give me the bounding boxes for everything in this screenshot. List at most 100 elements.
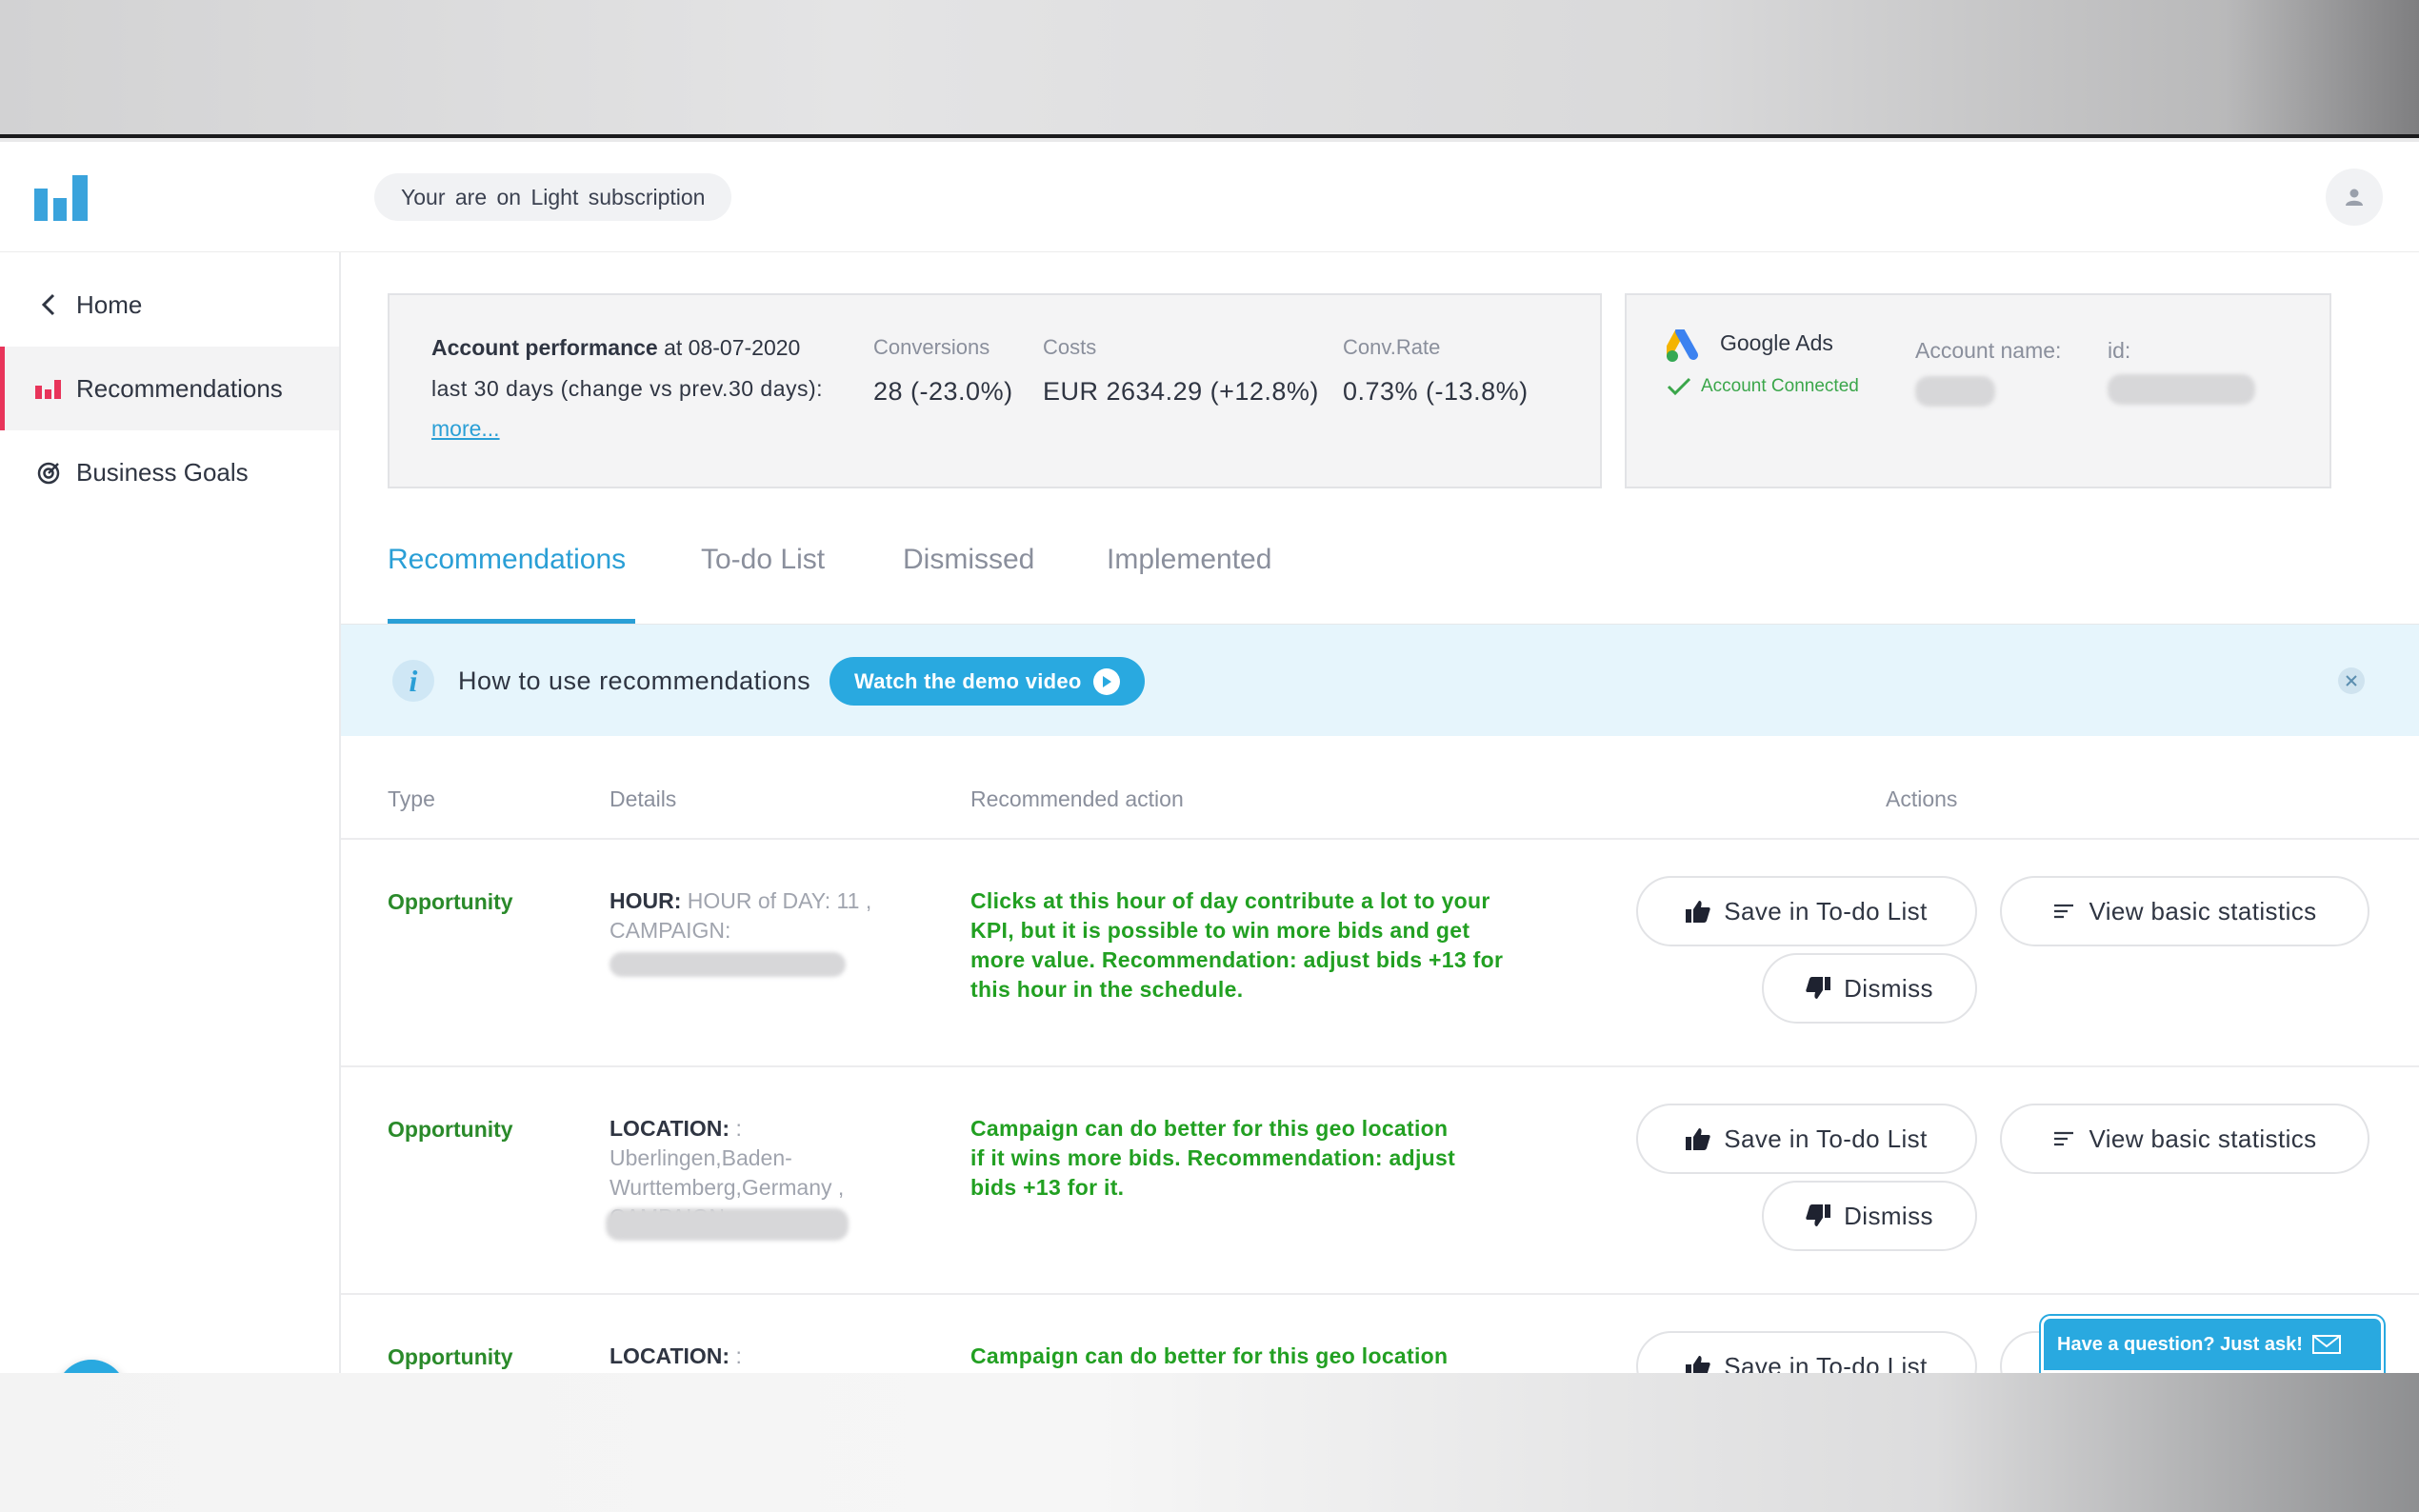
metric-label: Conversions xyxy=(873,335,990,359)
row-divider xyxy=(341,1065,2419,1067)
thumbs-up-icon xyxy=(1686,1127,1710,1150)
list-icon xyxy=(2052,903,2075,920)
redacted-account-id xyxy=(2108,374,2255,405)
user-icon xyxy=(2346,189,2363,206)
bar-chart-icon xyxy=(32,374,65,403)
details-key: LOCATION: xyxy=(610,1343,730,1368)
google-ads-name: Google Ads xyxy=(1720,330,1833,355)
button-label: Save in To-do List xyxy=(1724,1351,1928,1374)
save-todo-button[interactable]: Save in To-do List xyxy=(1636,1104,1977,1174)
main-content: Account performance at 08-07-2020 last 3… xyxy=(341,252,2419,1373)
performance-period: last 30 days (change vs prev.30 days): xyxy=(431,376,824,401)
account-connected-status: Account Connected xyxy=(1667,376,1859,397)
row-details: HOUR: HOUR of DAY: 11 , CAMPAIGN: xyxy=(610,886,914,945)
mail-icon xyxy=(2311,1335,2341,1354)
app-logo-icon[interactable] xyxy=(34,175,88,221)
close-icon xyxy=(2346,675,2357,686)
sidebar-item-recommendations[interactable]: Recommendations xyxy=(0,347,339,430)
view-statistics-button[interactable]: View basic statistics xyxy=(2000,876,2369,946)
close-banner-button[interactable] xyxy=(2338,667,2365,694)
sidebar-item-home[interactable]: Home xyxy=(0,263,339,347)
subscription-badge: Your are on Light subscription xyxy=(374,173,732,221)
details-key: LOCATION: xyxy=(610,1116,730,1141)
tab-todo-list[interactable]: To-do List xyxy=(701,544,825,576)
info-icon: i xyxy=(392,660,434,702)
row-type: Opportunity xyxy=(388,889,513,914)
account-name-label: Account name: xyxy=(1915,338,2062,363)
top-header: Your are on Light subscription xyxy=(0,142,2419,252)
play-icon xyxy=(1092,667,1120,695)
metric-value: EUR 2634.29 (+12.8%) xyxy=(1043,377,1319,406)
column-header-recommended-action: Recommended action xyxy=(970,786,1184,811)
list-icon xyxy=(2052,1130,2075,1147)
tab-implemented[interactable]: Implemented xyxy=(1107,544,1271,576)
tab-dismissed[interactable]: Dismissed xyxy=(903,544,1034,576)
thumbs-up-icon xyxy=(1686,1355,1710,1373)
performance-title: Account performance at 08-07-2020 xyxy=(431,335,800,361)
sidebar-item-label: Home xyxy=(76,289,143,319)
redacted-campaign xyxy=(606,1208,849,1241)
tab-recommendations[interactable]: Recommendations xyxy=(388,544,626,576)
button-label: Watch the demo video xyxy=(854,669,1082,693)
column-header-type: Type xyxy=(388,786,435,811)
status-label: Account Connected xyxy=(1701,376,1859,396)
monitor-bezel-bottom xyxy=(0,1373,2419,1512)
redacted-account-name xyxy=(1915,376,1995,407)
metric-label: Costs xyxy=(1043,335,1097,359)
watch-demo-button[interactable]: Watch the demo video xyxy=(830,657,1145,706)
row-type: Opportunity xyxy=(388,1117,513,1142)
thumbs-down-icon xyxy=(1806,977,1831,1000)
button-label: Save in To-do List xyxy=(1724,1124,1928,1153)
google-ads-card: Google Ads Account Connected Account nam… xyxy=(1625,293,2331,488)
account-performance-card: Account performance at 08-07-2020 last 3… xyxy=(388,293,1602,488)
sidebar-item-business-goals[interactable]: Business Goals xyxy=(0,430,339,514)
dismiss-button[interactable]: Dismiss xyxy=(1762,1181,1977,1251)
view-statistics-button[interactable]: View basic statistics xyxy=(2000,1104,2369,1174)
save-todo-button[interactable]: Save in To-do List xyxy=(1636,1331,1977,1373)
dismiss-button[interactable]: Dismiss xyxy=(1762,953,1977,1024)
metric-costs: Costs EUR 2634.29 (+12.8%) xyxy=(1043,335,1319,407)
google-ads-logo-icon xyxy=(1667,329,1698,362)
save-todo-button[interactable]: Save in To-do List xyxy=(1636,876,1977,946)
help-button[interactable]: ? xyxy=(56,1360,127,1373)
sidebar-item-label: Recommendations xyxy=(76,373,283,403)
app-screen: Your are on Light subscription Home Reco… xyxy=(0,142,2419,1373)
details-key: HOUR: xyxy=(610,888,682,913)
performance-date: at 08-07-2020 xyxy=(657,335,801,360)
row-type: Opportunity xyxy=(388,1344,513,1369)
button-label: Dismiss xyxy=(1844,1201,1933,1230)
target-icon xyxy=(32,458,65,487)
row-recommendation: Campaign can do better for this geo loca… xyxy=(970,1343,1449,1368)
redacted-campaign xyxy=(610,952,846,977)
thumbs-down-icon xyxy=(1806,1204,1831,1227)
metric-label: Conv.Rate xyxy=(1343,335,1441,359)
column-header-actions: Actions xyxy=(1886,786,1958,811)
account-id-label: id: xyxy=(2108,338,2131,363)
banner-text: How to use recommendations xyxy=(458,666,811,695)
metric-conversions: Conversions 28 (-23.0%) xyxy=(873,335,1013,407)
metric-conv-rate: Conv.Rate 0.73% (-13.8%) xyxy=(1343,335,1529,407)
chat-widget-button[interactable]: Have a question? Just ask! xyxy=(2041,1316,2384,1373)
row-details: LOCATION: : Wiesbaden,Hesse,Germany , xyxy=(610,1342,914,1373)
row-recommendation: Campaign can do better for this geo loca… xyxy=(970,1116,1456,1200)
sidebar-item-label: Business Goals xyxy=(76,457,249,487)
performance-title-bold: Account performance xyxy=(431,335,658,360)
chevron-left-icon xyxy=(32,290,65,319)
thumbs-up-icon xyxy=(1686,900,1710,923)
info-banner: i How to use recommendations Watch the d… xyxy=(341,625,2419,736)
user-menu-button[interactable] xyxy=(2326,169,2383,226)
button-label: Dismiss xyxy=(1844,973,1933,1003)
row-recommendation: Clicks at this hour of day contribute a … xyxy=(970,888,1504,1002)
header-divider xyxy=(341,838,2419,840)
button-label: View basic statistics xyxy=(2089,896,2317,925)
metric-value: 28 (-23.0%) xyxy=(873,377,1013,406)
sidebar: Home Recommendations Business Goals xyxy=(0,252,341,1373)
performance-more-link[interactable]: more... xyxy=(431,416,500,442)
button-label: View basic statistics xyxy=(2089,1124,2317,1153)
chat-label: Have a question? Just ask! xyxy=(2057,1333,2303,1355)
row-divider xyxy=(341,1293,2419,1295)
metric-value: 0.73% (-13.8%) xyxy=(1343,377,1529,406)
monitor-bezel-top xyxy=(0,0,2419,138)
check-icon xyxy=(1667,377,1691,396)
button-label: Save in To-do List xyxy=(1724,896,1928,925)
